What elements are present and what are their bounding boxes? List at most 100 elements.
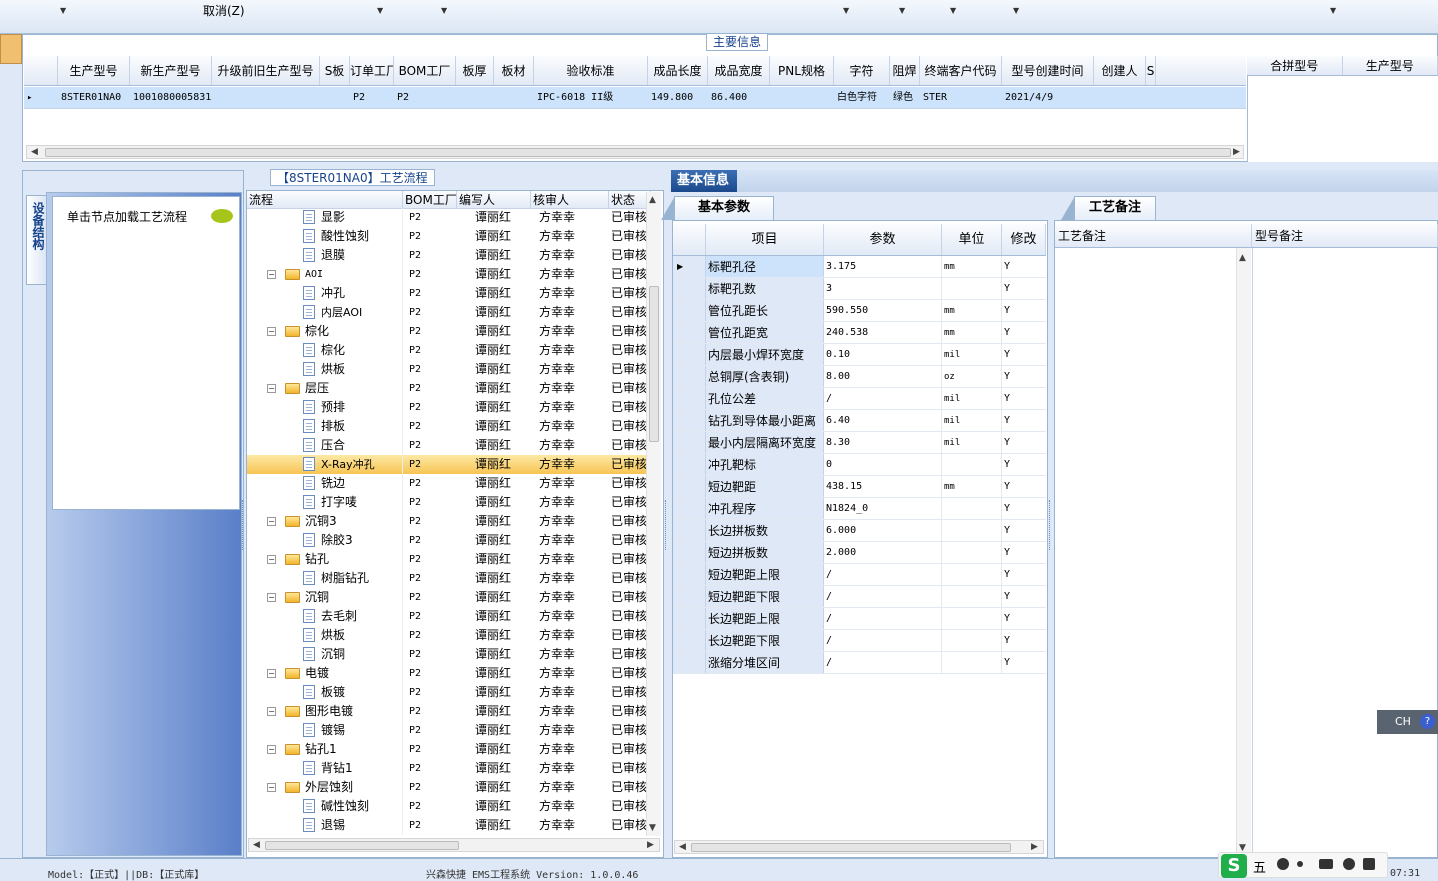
- param-row[interactable]: 长边靶距上限/Y: [673, 608, 1046, 630]
- param-row[interactable]: 孔位公差/milY: [673, 388, 1046, 410]
- column-header[interactable]: 核审人: [531, 191, 609, 208]
- column-header[interactable]: 型号创建时间: [1002, 56, 1094, 85]
- scroll-thumb[interactable]: [265, 841, 459, 850]
- cell[interactable]: 8STER01NA0: [58, 87, 130, 108]
- column-header[interactable]: 编写人: [457, 191, 531, 208]
- param-value[interactable]: 6.40: [824, 410, 942, 431]
- tree-folder-node[interactable]: −图形电镀P2谭丽红方幸幸已审核: [247, 702, 651, 721]
- cell[interactable]: [212, 87, 320, 108]
- dropdown-arrow-icon[interactable]: ▼: [1330, 6, 1336, 15]
- param-row[interactable]: ▶标靶孔径3.175mmY: [673, 256, 1046, 278]
- cell[interactable]: [494, 87, 534, 108]
- main-grid-hscrollbar[interactable]: ◀ ▶: [26, 145, 1244, 159]
- param-value[interactable]: 2.000: [824, 542, 942, 563]
- scroll-left-icon[interactable]: ◀: [679, 841, 686, 853]
- param-modify[interactable]: Y: [1002, 542, 1046, 563]
- column-header[interactable]: BOM工厂: [403, 191, 457, 208]
- param-row[interactable]: 冲孔靶标0Y: [673, 454, 1046, 476]
- param-value[interactable]: 6.000: [824, 520, 942, 541]
- column-header[interactable]: 单位: [942, 224, 1002, 255]
- param-modify[interactable]: Y: [1002, 564, 1046, 585]
- cancel-button[interactable]: 取消(Z): [203, 2, 245, 19]
- param-row[interactable]: 短边靶距下限/Y: [673, 586, 1046, 608]
- column-header[interactable]: 验收标准: [534, 56, 648, 85]
- keyboard-icon[interactable]: [1319, 859, 1333, 869]
- param-modify[interactable]: Y: [1002, 520, 1046, 541]
- dropdown-arrow-icon[interactable]: ▼: [377, 6, 383, 15]
- param-value[interactable]: 0: [824, 454, 942, 475]
- param-modify[interactable]: Y: [1002, 388, 1046, 409]
- param-value[interactable]: 3: [824, 278, 942, 299]
- main-info-row[interactable]: ▸8STER01NA010010800058315P2P2IPC-6018 II…: [24, 87, 1246, 109]
- collapse-icon[interactable]: −: [267, 593, 276, 602]
- tree-step-node[interactable]: 除胶3P2谭丽红方幸幸已审核: [247, 531, 651, 550]
- tree-folder-node[interactable]: −外层蚀刻P2谭丽红方幸幸已审核: [247, 778, 651, 797]
- param-value[interactable]: /: [824, 630, 942, 651]
- param-value[interactable]: /: [824, 388, 942, 409]
- cell[interactable]: [456, 87, 494, 108]
- param-modify[interactable]: Y: [1002, 476, 1046, 497]
- column-header[interactable]: 状态: [609, 191, 651, 208]
- param-modify[interactable]: Y: [1002, 410, 1046, 431]
- cell[interactable]: 86.400: [708, 87, 770, 108]
- scroll-left-icon[interactable]: ◀: [253, 839, 260, 851]
- param-value[interactable]: 590.550: [824, 300, 942, 321]
- cell[interactable]: [770, 87, 834, 108]
- column-header[interactable]: 生产型号: [58, 56, 130, 85]
- param-value[interactable]: N1824_0: [824, 498, 942, 519]
- column-header[interactable]: PNL规格: [770, 56, 834, 85]
- tree-folder-node[interactable]: −层压P2谭丽红方幸幸已审核: [247, 379, 651, 398]
- tree-step-node[interactable]: 烘板P2谭丽红方幸幸已审核: [247, 360, 651, 379]
- tree-step-node[interactable]: 预排P2谭丽红方幸幸已审核: [247, 398, 651, 417]
- scroll-thumb[interactable]: [45, 148, 1231, 157]
- tree-step-node[interactable]: 内层AOIP2谭丽红方幸幸已审核: [247, 303, 651, 322]
- notes-vscrollbar[interactable]: ▲ ▼: [1236, 248, 1251, 856]
- tree-step-node[interactable]: 酸性蚀刻P2谭丽红方幸幸已审核: [247, 227, 651, 246]
- column-header[interactable]: 工艺备注: [1055, 224, 1252, 247]
- cell[interactable]: [1094, 87, 1146, 108]
- param-row[interactable]: 短边靶距438.15mmY: [673, 476, 1046, 498]
- scroll-up-icon[interactable]: ▲: [1239, 252, 1246, 264]
- collapse-icon[interactable]: −: [267, 517, 276, 526]
- column-header[interactable]: 生产型号: [1343, 56, 1438, 75]
- param-row[interactable]: 最小内层隔离环宽度8.30milY: [673, 432, 1046, 454]
- param-modify[interactable]: Y: [1002, 344, 1046, 365]
- collapse-icon[interactable]: −: [267, 555, 276, 564]
- punctuation-icon[interactable]: [1297, 861, 1303, 867]
- param-value[interactable]: /: [824, 652, 942, 673]
- column-header[interactable]: 修改: [1002, 224, 1046, 255]
- column-header[interactable]: 订单工厂: [350, 56, 394, 85]
- left-splitter[interactable]: [241, 490, 245, 560]
- param-value[interactable]: /: [824, 586, 942, 607]
- tree-folder-node[interactable]: −钻孔P2谭丽红方幸幸已审核: [247, 550, 651, 569]
- tree-folder-node[interactable]: −AOIP2谭丽红方幸幸已审核: [247, 265, 651, 284]
- fullwidth-icon[interactable]: [1277, 858, 1289, 870]
- cell[interactable]: 绿色: [890, 87, 920, 108]
- help-icon[interactable]: ?: [1420, 714, 1435, 729]
- column-header[interactable]: S板: [320, 56, 350, 85]
- param-value[interactable]: 8.30: [824, 432, 942, 453]
- column-header[interactable]: 升级前旧生产型号: [212, 56, 320, 85]
- cell[interactable]: 白色字符: [834, 87, 890, 108]
- collapse-icon[interactable]: −: [267, 745, 276, 754]
- right-splitter[interactable]: [1048, 490, 1053, 560]
- tree-step-node[interactable]: 树脂钻孔P2谭丽红方幸幸已审核: [247, 569, 651, 588]
- tree-folder-node[interactable]: −沉铜3P2谭丽红方幸幸已审核: [247, 512, 651, 531]
- tree-folder-node[interactable]: −电镀P2谭丽红方幸幸已审核: [247, 664, 651, 683]
- param-row[interactable]: 短边拼板数2.000Y: [673, 542, 1046, 564]
- ime-language-widget[interactable]: CH ?: [1377, 710, 1438, 734]
- cell[interactable]: [320, 87, 350, 108]
- tree-step-node[interactable]: 显影P2谭丽红方幸幸已审核: [247, 208, 651, 227]
- scroll-right-icon[interactable]: ▶: [1031, 841, 1038, 853]
- scroll-right-icon[interactable]: ▶: [647, 839, 654, 851]
- flow-tree-hscrollbar[interactable]: ◀ ▶: [248, 838, 660, 852]
- tab-basic-info[interactable]: 基本信息: [671, 170, 737, 192]
- collapse-icon[interactable]: −: [267, 783, 276, 792]
- collapse-icon[interactable]: −: [267, 707, 276, 716]
- device-tree-box[interactable]: 单击节点加载工艺流程: [52, 196, 240, 510]
- param-modify[interactable]: Y: [1002, 432, 1046, 453]
- param-row[interactable]: 长边靶距下限/Y: [673, 630, 1046, 652]
- column-header[interactable]: 字符: [834, 56, 890, 85]
- cell[interactable]: P2: [394, 87, 456, 108]
- tree-step-node[interactable]: 退锡P2谭丽红方幸幸已审核: [247, 816, 651, 835]
